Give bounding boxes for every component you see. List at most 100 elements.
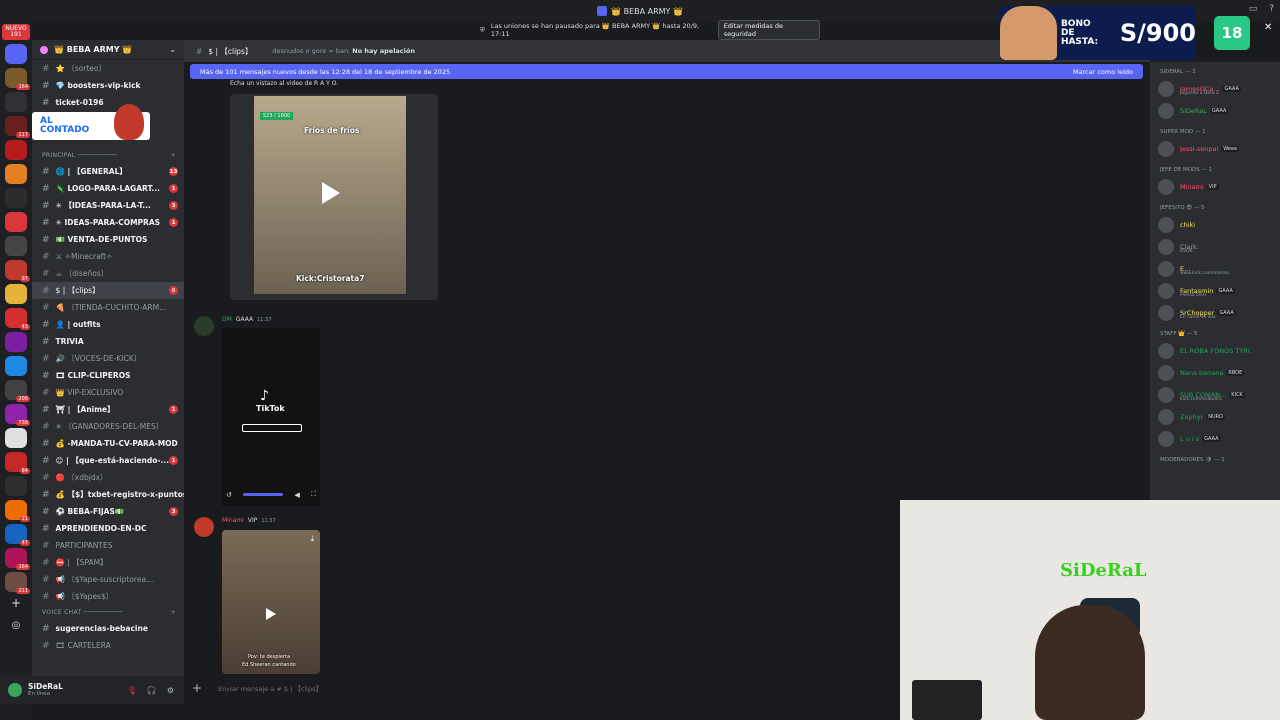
- avatar[interactable]: [194, 316, 214, 336]
- avatar[interactable]: [8, 683, 22, 697]
- server-item[interactable]: [5, 236, 27, 256]
- video-embed[interactable]: 523 / 1000 Fríos de fríos Kick:Cristorat…: [230, 94, 438, 300]
- discover-icon[interactable]: ◎: [5, 620, 27, 640]
- deafen-icon[interactable]: 🎧: [147, 686, 157, 695]
- channel-item[interactable]: # ✳ 【IDEAS-PARA-LA-T... 3: [32, 197, 184, 214]
- server-item[interactable]: 164: [5, 68, 30, 90]
- inbox-icon[interactable]: ▭: [1249, 4, 1258, 14]
- channel-item[interactable]: # ⚽ BEBA-FIJAS💵 3: [32, 503, 184, 520]
- mark-read-button[interactable]: Marcar como leído: [1073, 68, 1133, 76]
- server-item[interactable]: 97: [5, 260, 30, 282]
- member-item[interactable]: L u i s GAAA: [1150, 428, 1280, 450]
- channel-item[interactable]: # PARTICIPANTES: [32, 537, 184, 554]
- member-item[interactable]: EL ROBA FONOS TYRON...: [1150, 340, 1280, 362]
- server-item[interactable]: [5, 476, 27, 496]
- server-item[interactable]: 21: [5, 500, 30, 522]
- server-item[interactable]: 43: [5, 308, 30, 330]
- member-item[interactable]: Fantasmin GAAA Pienso bien.: [1150, 280, 1280, 302]
- guild-header[interactable]: 👑 BEBA ARMY 👑 ⌄: [32, 40, 184, 60]
- server-item[interactable]: [5, 188, 27, 208]
- download-icon[interactable]: ⤓: [310, 534, 314, 544]
- play-icon[interactable]: [266, 608, 276, 620]
- server-item[interactable]: [5, 92, 27, 112]
- channel-item[interactable]: # 🌐 | 【GENERAL】 13: [32, 163, 184, 180]
- edit-security-button[interactable]: Editar medidas de seguridad: [717, 20, 820, 40]
- replay-icon[interactable]: ↺: [226, 491, 232, 499]
- member-item[interactable]: Jessi-senpai Weee: [1150, 138, 1280, 160]
- channel-item[interactable]: # 📢 〔$Yape-suscriptorea...: [32, 571, 184, 588]
- member-item[interactable]: SiDeRaL GAAA: [1150, 100, 1280, 122]
- new-badge[interactable]: NUEVO 191: [2, 24, 30, 40]
- channel-item[interactable]: # TRIVIA: [32, 333, 184, 350]
- server-item[interactable]: 47: [5, 524, 30, 546]
- server-item[interactable]: 206: [5, 380, 30, 402]
- gear-icon[interactable]: ⚙: [167, 686, 174, 695]
- channel-item[interactable]: # 👑 VIP-EXCLUSIVO: [32, 384, 184, 401]
- channel-item[interactable]: # sugerencias-bebacine: [32, 620, 184, 637]
- avatar[interactable]: [194, 517, 214, 537]
- server-item[interactable]: [5, 284, 27, 304]
- server-item[interactable]: 117: [5, 116, 30, 138]
- server-item[interactable]: [5, 140, 27, 160]
- member-item[interactable]: Clark. RSQK: [1150, 236, 1280, 258]
- channel-item[interactable]: # APRENDIENDO-EN-DC: [32, 520, 184, 537]
- channel-item[interactable]: # ticket-0196: [32, 94, 184, 111]
- server-item[interactable]: [5, 44, 27, 64]
- plus-icon[interactable]: +: [171, 152, 176, 159]
- channel-item[interactable]: # 🔴 〔xdbjdx〕: [32, 469, 184, 486]
- plus-icon[interactable]: +: [192, 681, 202, 695]
- channel-item[interactable]: # ⛔ | 【SPAM】: [32, 554, 184, 571]
- channel-item[interactable]: # 🎞 CLIP-CLIPEROS: [32, 367, 184, 384]
- server-item[interactable]: [5, 428, 27, 448]
- channel-item[interactable]: # 📢 〔$Yapes$〕: [32, 588, 184, 605]
- channel-item[interactable]: # 💵 VENTA-DE-PUNTOS: [32, 231, 184, 248]
- volume-slider[interactable]: [243, 493, 284, 496]
- server-item[interactable]: [5, 164, 27, 184]
- close-icon[interactable]: ✕: [1264, 22, 1272, 33]
- server-item[interactable]: [5, 212, 27, 232]
- member-item[interactable]: E... www.kick.com/elimao: [1150, 258, 1280, 280]
- channel-item[interactable]: # ✳ IDEAS-PARA-COMPRAS 1: [32, 214, 184, 231]
- server-item[interactable]: [5, 332, 27, 352]
- member-item[interactable]: Zephyr NURO: [1150, 406, 1280, 428]
- channel-item[interactable]: # 🎞 CARTELERA: [32, 637, 184, 654]
- channel-item[interactable]: # 😊 | 【que-está-haciendo-... 1: [32, 452, 184, 469]
- volume-icon[interactable]: ◀: [294, 491, 299, 499]
- member-item[interactable]: chiki: [1150, 214, 1280, 236]
- channel-item[interactable]: # ☕ 〔diseños〕: [32, 265, 184, 282]
- server-item[interactable]: 84: [5, 452, 30, 474]
- member-item[interactable]: JamesOCa... GAAA Jugando a Dota 2: [1150, 78, 1280, 100]
- new-messages-bar[interactable]: Más de 101 mensajes nuevos desde las 12:…: [190, 64, 1143, 79]
- add-server-icon[interactable]: +: [5, 596, 27, 616]
- channel-item[interactable]: # 💰 -MANDA-TU-CV-PARA-MOD: [32, 435, 184, 452]
- channel-item[interactable]: # $ | 【clips】 8: [32, 282, 184, 299]
- category-voice[interactable]: VOICE CHAT ────────── +: [32, 605, 184, 620]
- play-icon[interactable]: [322, 182, 340, 204]
- member-item[interactable]: Nana banana RBOE: [1150, 362, 1280, 384]
- channel-item[interactable]: # 💎 boosters-vip-kick: [32, 77, 184, 94]
- channel-item[interactable]: # ⭐ 〔sorteo〕: [32, 60, 184, 77]
- channel-item[interactable]: # 🍕 〔TIENDA-CUCHITO-ARM...: [32, 299, 184, 316]
- author-name[interactable]: Minami: [222, 517, 244, 524]
- channel-item[interactable]: # 👤 | outfits: [32, 316, 184, 333]
- server-item[interactable]: [5, 356, 27, 376]
- video-embed[interactable]: ⤓ Pov: te despierta Ed Sheeran cantando: [222, 530, 320, 674]
- channel-item[interactable]: # 💰 【$】txbet-registro-x-puntos...: [32, 486, 184, 503]
- server-item[interactable]: 738: [5, 404, 30, 426]
- channel-item[interactable]: # 🔊 〔VOCES-DE-KICK〕: [32, 350, 184, 367]
- plus-icon[interactable]: +: [171, 609, 176, 616]
- channel-item[interactable]: # ⛩ | 【Anime】 1: [32, 401, 184, 418]
- channel-item[interactable]: # 🦎 LOGO-PARA-LAGART... 1: [32, 180, 184, 197]
- member-item[interactable]: SUB COMAN... KICK kick.com/redbullcs: [1150, 384, 1280, 406]
- author-name[interactable]: DM: [222, 316, 232, 323]
- category-principal[interactable]: PRINCIPAL ────────── +: [32, 148, 184, 163]
- server-item[interactable]: 164: [5, 548, 30, 570]
- mute-mic-icon[interactable]: 🎙: [127, 686, 137, 695]
- channel-item[interactable]: # ✳ 〔GANADORES-DEL-MES〕: [32, 418, 184, 435]
- tiktok-embed[interactable]: ♪ TikTok ↺ ◀ ⛶: [222, 328, 320, 506]
- channel-item[interactable]: # ⚔ ✧Minecraft✧: [32, 248, 184, 265]
- help-icon[interactable]: ?: [1269, 4, 1274, 14]
- member-item[interactable]: SrChopper GAAA En canal de voz: [1150, 302, 1280, 324]
- server-item[interactable]: 211: [5, 572, 30, 594]
- member-item[interactable]: Minami VIP: [1150, 176, 1280, 198]
